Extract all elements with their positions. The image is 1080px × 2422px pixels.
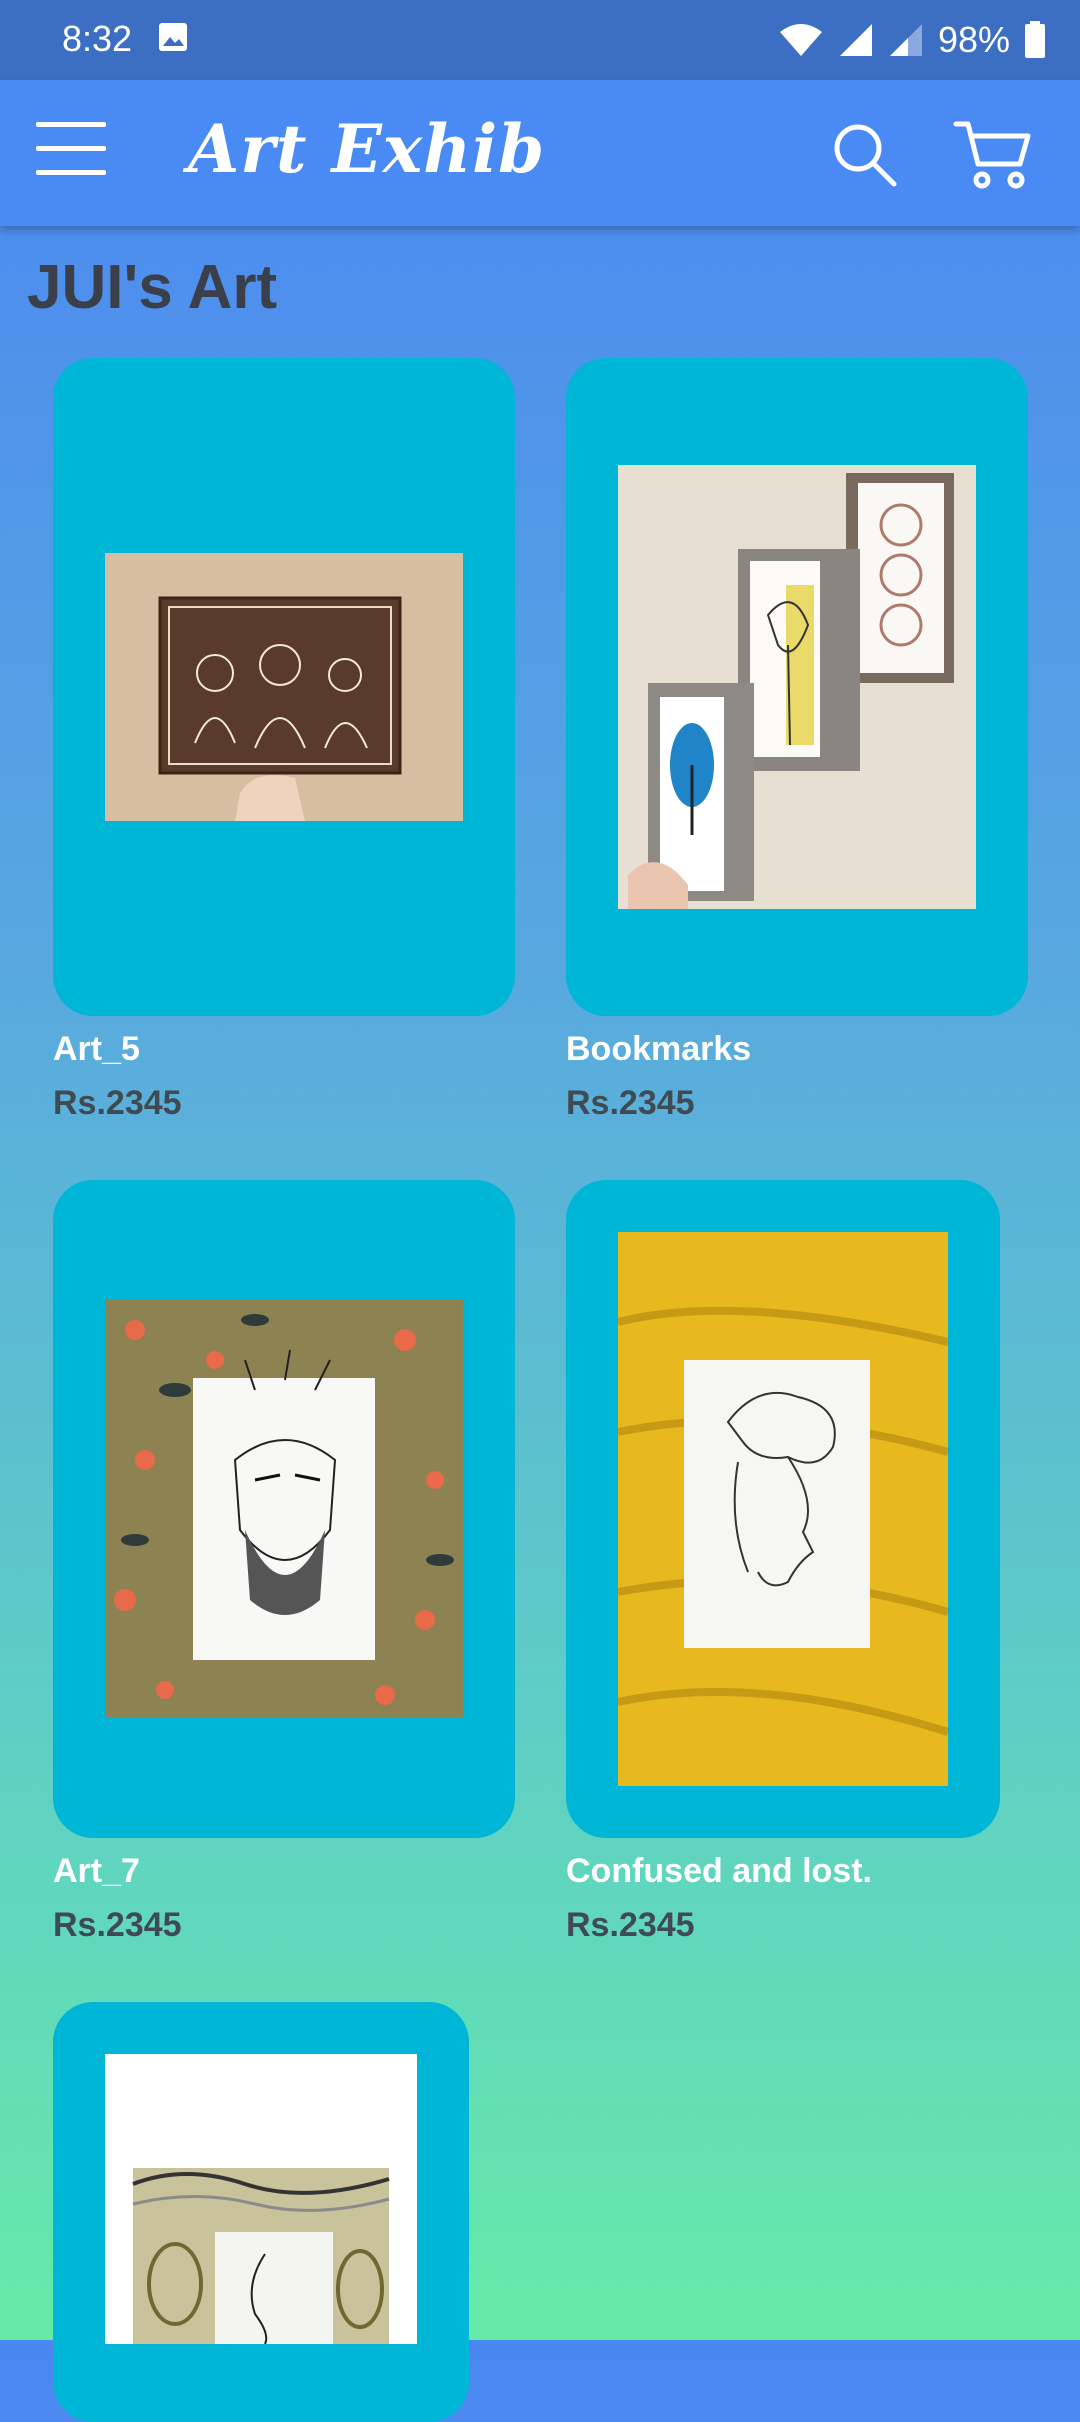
- product-image: [105, 553, 463, 821]
- image-notification-icon: [159, 23, 187, 51]
- app-title: Art Exhib: [188, 110, 546, 188]
- cart-icon: [953, 121, 1031, 189]
- status-time: 8:32: [62, 18, 133, 59]
- product-price: Rs.2345: [566, 1084, 695, 1122]
- product-image-frame[interactable]: [53, 2002, 469, 2422]
- product-card[interactable]: Art_7 Rs.2345: [53, 1180, 515, 1950]
- page-title: JUI's Art: [27, 253, 278, 322]
- product-card[interactable]: Art_5 Rs.2345: [53, 358, 515, 1128]
- product-name: Confused and lost.: [566, 1852, 872, 1890]
- product-name: Art_7: [53, 1852, 140, 1890]
- product-image-frame[interactable]: [53, 1180, 515, 1838]
- status-bar: 8:32 98%: [0, 0, 1080, 80]
- menu-icon: [36, 122, 106, 175]
- app-bar: Art Exhib: [0, 80, 1080, 226]
- product-image-frame[interactable]: [53, 358, 515, 1016]
- wifi-icon: [779, 24, 822, 56]
- product-image: [105, 1300, 463, 1718]
- product-image-frame[interactable]: [566, 1180, 1000, 1838]
- product-price: Rs.2345: [566, 1906, 695, 1944]
- product-card[interactable]: [53, 2002, 469, 2422]
- product-name: Bookmarks: [566, 1030, 752, 1068]
- product-price: Rs.2345: [53, 1906, 182, 1944]
- cell-signal-weak-icon: [889, 24, 922, 56]
- product-image-frame[interactable]: [566, 358, 1028, 1016]
- menu-button[interactable]: [36, 122, 106, 182]
- product-card[interactable]: Bookmarks Rs.2345: [566, 358, 1028, 1128]
- battery-icon: [1025, 21, 1045, 58]
- product-image: [618, 465, 976, 909]
- search-button[interactable]: [830, 120, 900, 190]
- product-card[interactable]: Confused and lost. Rs.2345: [566, 1180, 1000, 1950]
- product-image: [105, 2054, 417, 2344]
- status-indicators: 98%: [778, 14, 1046, 66]
- cart-button[interactable]: [952, 118, 1032, 192]
- cell-signal-icon: [839, 24, 872, 56]
- search-icon: [834, 124, 897, 187]
- product-price: Rs.2345: [53, 1084, 182, 1122]
- battery-percent: 98%: [937, 19, 1010, 60]
- product-name: Art_5: [53, 1030, 140, 1068]
- product-image: [618, 1232, 948, 1786]
